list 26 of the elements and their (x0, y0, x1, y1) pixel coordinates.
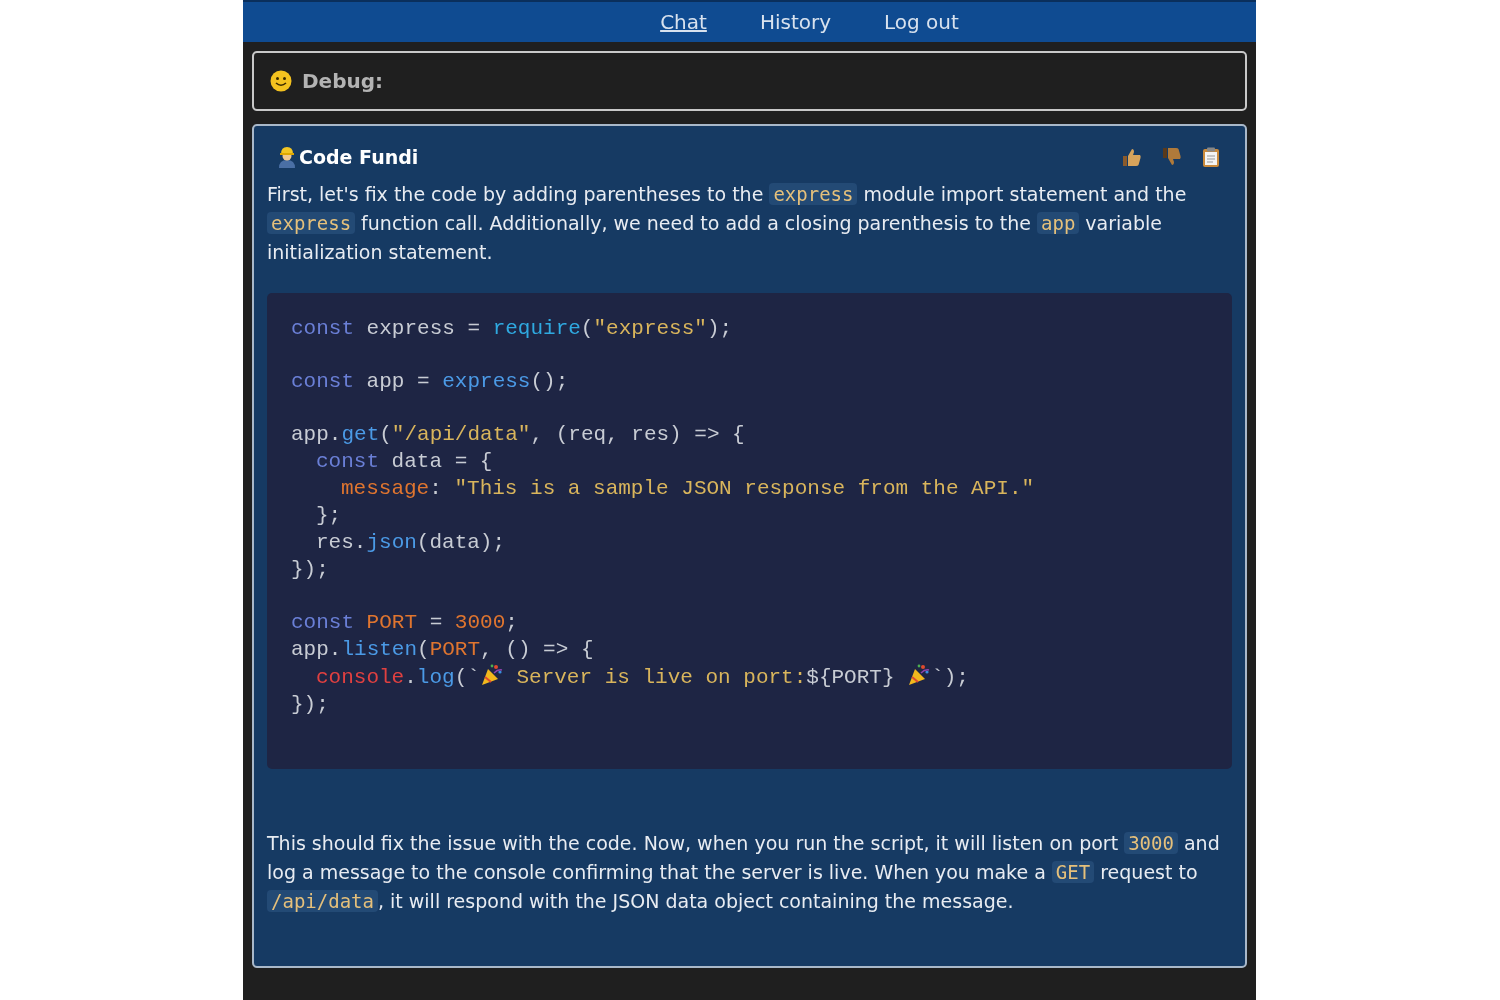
code-line: }; (315, 503, 343, 529)
author-name: Code Fundi (299, 146, 419, 168)
smiley-icon (270, 70, 292, 92)
code-line: app.listen(PORT, () => { (291, 637, 595, 663)
code-line: message: "This is a sample JSON response from the API." (340, 476, 1036, 502)
nav-link[interactable]: Chat (660, 10, 707, 34)
thumbs-up-icon[interactable] (1122, 147, 1142, 167)
code-line: const express = require("express"); (291, 316, 734, 342)
message-paragraph: This should fix the issue with the code. Now, when you run the script, it will listen on port 3000 and log a message to the console confirming that the server is live. When you make a GET request to /api/data , it will respond with the JSON data object containing the message. (267, 831, 1221, 914)
code-line: const app = express(); (291, 369, 570, 395)
code-line: app.get("/api/data", (req, res) => { (291, 422, 746, 448)
code-line: console.log(` Server is live on port:${PORT} `); (291, 663, 1208, 691)
clipboard-icon[interactable] (1202, 147, 1220, 167)
code-line: const PORT = 3000; (291, 610, 519, 636)
worker-icon (277, 146, 297, 168)
debug-label: Debug: (302, 69, 384, 93)
party-popper-icon (479, 663, 504, 687)
message-paragraph: First, let's fix the code by adding parentheses to the express module import statement and the express function call. Additionally, we need to add a closing parenthesis to the app variable initialization statement. (267, 182, 1188, 265)
code-line: }); (291, 692, 330, 718)
code-line: }); (291, 557, 330, 583)
nav-link[interactable]: Log out (884, 10, 959, 34)
nav-link[interactable]: History (759, 10, 832, 34)
thumbs-down-icon[interactable] (1162, 147, 1182, 167)
code-line: res.json(data); (315, 530, 507, 556)
code-line: const data = { (315, 449, 494, 475)
party-popper-icon (907, 663, 932, 687)
